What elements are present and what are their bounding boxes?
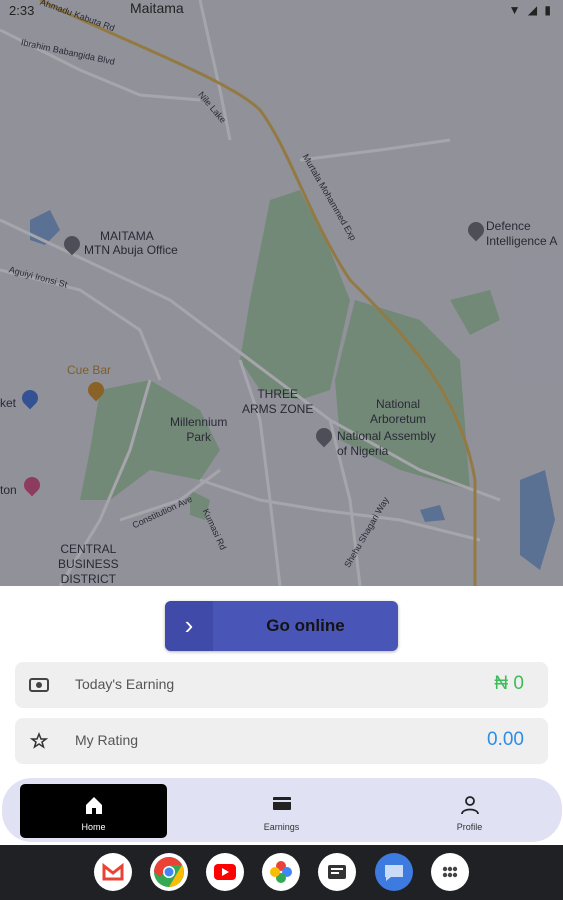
earning-value: ₦ 0 [494, 673, 524, 694]
map-view[interactable]: Ahmadu Kabuta Rd Ibrahim Babangida Blvd … [0, 0, 563, 586]
nav-profile[interactable]: Profile [396, 784, 543, 838]
rating-value: 0.00 [487, 729, 524, 750]
signal-icon: ◢ [527, 3, 540, 17]
rating-card[interactable]: My Rating 0.00 [15, 718, 548, 764]
card-icon [272, 797, 291, 810]
map-scrim [0, 0, 563, 586]
bottom-navigation: Home Earnings Profile [2, 778, 562, 842]
go-online-label: Go online [266, 616, 345, 635]
status-bar: 2:33 Maitama ▼ ◢ ▮ [0, 0, 563, 22]
messages-icon[interactable] [375, 853, 413, 891]
nav-earnings-label: Earnings [263, 822, 300, 832]
nav-home[interactable]: Home [20, 784, 167, 838]
gmail-icon[interactable] [94, 853, 132, 891]
nav-earnings[interactable]: Earnings [208, 784, 355, 838]
rating-label: My Rating [75, 732, 139, 748]
chevron-right-icon[interactable]: › [165, 601, 213, 651]
nav-home-label: Home [81, 822, 106, 832]
status-location: Maitama [130, 0, 184, 16]
person-icon [460, 796, 479, 815]
chrome-icon[interactable] [150, 853, 188, 891]
nav-profile-label: Profile [456, 822, 483, 832]
status-time: 2:33 [9, 3, 35, 18]
go-online-button[interactable]: › Go online [165, 601, 398, 651]
battery-icon: ▮ [544, 3, 553, 17]
earning-card[interactable]: Today's Earning ₦ 0 [15, 662, 548, 708]
earning-label: Today's Earning [75, 676, 175, 692]
photos-icon[interactable] [262, 853, 300, 891]
youtube-icon[interactable] [206, 853, 244, 891]
star-icon [29, 731, 49, 749]
news-icon[interactable] [318, 853, 356, 891]
money-icon [29, 678, 49, 692]
apps-icon[interactable] [431, 853, 469, 891]
home-icon [85, 797, 102, 814]
wifi-icon: ▼ [508, 3, 523, 17]
app-dock [0, 845, 563, 900]
